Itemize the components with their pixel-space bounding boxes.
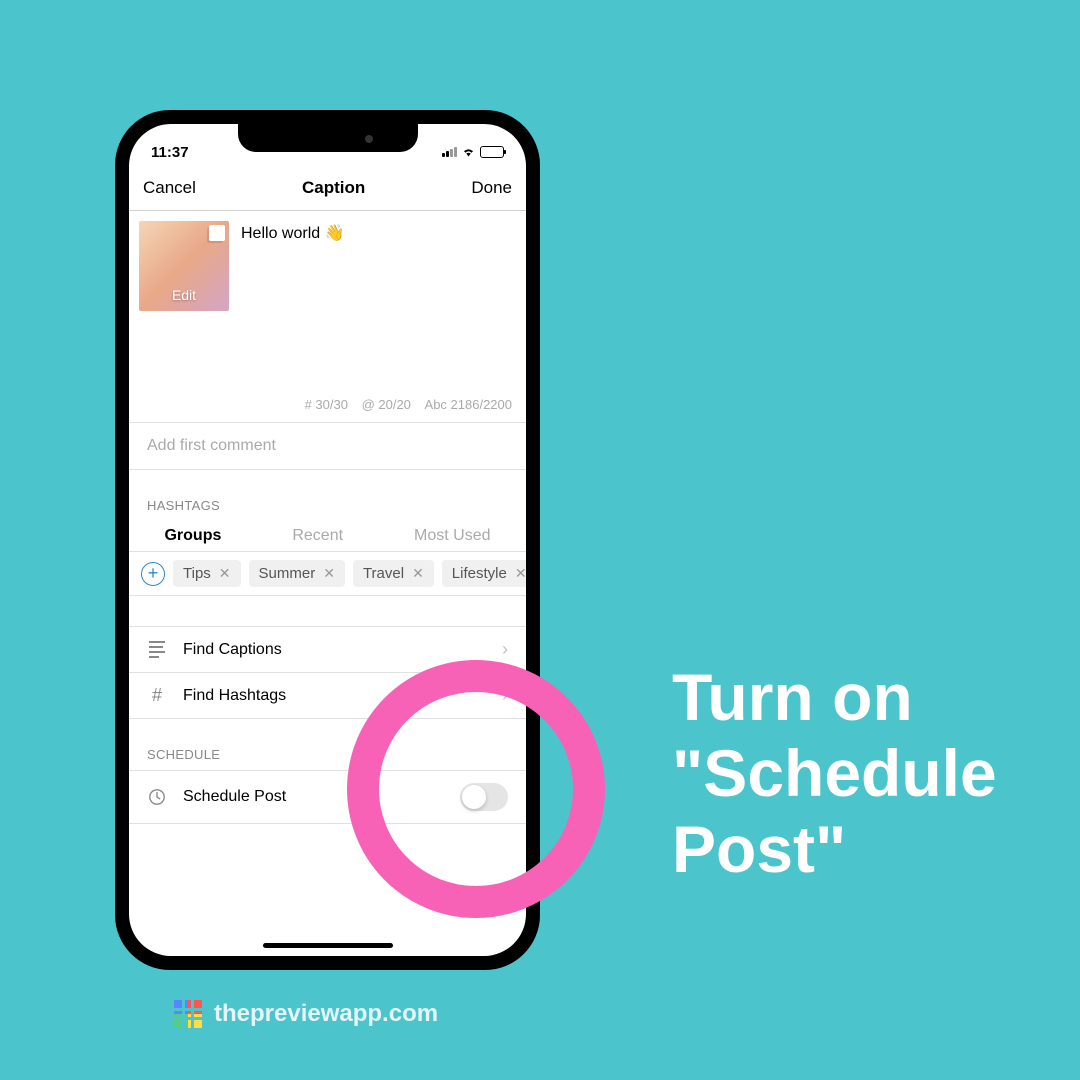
char-counter: Abc 2186/2200	[425, 397, 512, 412]
status-indicators	[442, 146, 504, 158]
caption-area: Edit Hello world 👋	[129, 211, 526, 391]
footer: thepreviewapp.com	[174, 1000, 438, 1028]
caption-input[interactable]: Hello world 👋	[241, 221, 345, 381]
first-comment-input[interactable]: Add first comment	[129, 422, 526, 470]
edit-label: Edit	[172, 287, 196, 303]
tab-groups[interactable]: Groups	[164, 527, 221, 545]
home-indicator	[263, 943, 393, 948]
phone-screen: 11:37 Cancel Caption Done Edit Hello wor…	[129, 124, 526, 956]
wifi-icon	[461, 146, 476, 158]
lines-icon	[147, 641, 167, 658]
hashtag-counter: # 30/30	[305, 397, 348, 412]
add-group-button[interactable]: +	[141, 562, 165, 586]
hashtag-tabs: Groups Recent Most Used	[129, 521, 526, 552]
cancel-button[interactable]: Cancel	[143, 178, 196, 198]
callout-text: Turn on "Schedule Post"	[672, 660, 1080, 888]
close-icon[interactable]: ✕	[219, 565, 231, 582]
phone-frame: 11:37 Cancel Caption Done Edit Hello wor…	[115, 110, 540, 970]
chevron-right-icon: ›	[502, 685, 508, 706]
hashtag-icon: #	[147, 685, 167, 706]
tab-recent[interactable]: Recent	[292, 527, 343, 545]
chevron-right-icon: ›	[502, 639, 508, 660]
schedule-section-label: SCHEDULE	[129, 719, 526, 770]
close-icon[interactable]: ✕	[323, 565, 335, 582]
done-button[interactable]: Done	[471, 178, 512, 198]
find-captions-label: Find Captions	[183, 641, 486, 659]
mention-counter: @ 20/20	[362, 397, 411, 412]
close-icon[interactable]: ✕	[515, 565, 526, 582]
tag-travel[interactable]: Travel✕	[353, 560, 434, 587]
post-thumbnail[interactable]: Edit	[139, 221, 229, 311]
close-icon[interactable]: ✕	[412, 565, 424, 582]
app-logo-icon	[174, 1000, 202, 1028]
tag-tips[interactable]: Tips✕	[173, 560, 241, 587]
schedule-post-label: Schedule Post	[183, 788, 444, 806]
battery-icon	[480, 146, 504, 158]
tag-lifestyle[interactable]: Lifestyle✕	[442, 560, 526, 587]
hashtags-section-label: HASHTAGS	[129, 470, 526, 521]
tag-summer[interactable]: Summer✕	[249, 560, 345, 587]
find-hashtags-row[interactable]: # Find Hashtags ›	[129, 673, 526, 719]
signal-icon	[442, 147, 457, 157]
character-counters: # 30/30 @ 20/20 Abc 2186/2200	[129, 391, 526, 422]
clock-icon	[147, 788, 167, 806]
footer-url: thepreviewapp.com	[214, 1000, 438, 1028]
find-captions-row[interactable]: Find Captions ›	[129, 626, 526, 673]
schedule-post-toggle[interactable]	[460, 783, 508, 811]
hashtag-groups-row: + Tips✕ Summer✕ Travel✕ Lifestyle✕	[129, 552, 526, 596]
status-time: 11:37	[151, 144, 189, 161]
find-hashtags-label: Find Hashtags	[183, 687, 486, 705]
page-title: Caption	[302, 178, 365, 198]
nav-bar: Cancel Caption Done	[129, 168, 526, 211]
notch	[238, 124, 418, 152]
schedule-post-row: Schedule Post	[129, 770, 526, 824]
tab-most-used[interactable]: Most Used	[414, 527, 490, 545]
